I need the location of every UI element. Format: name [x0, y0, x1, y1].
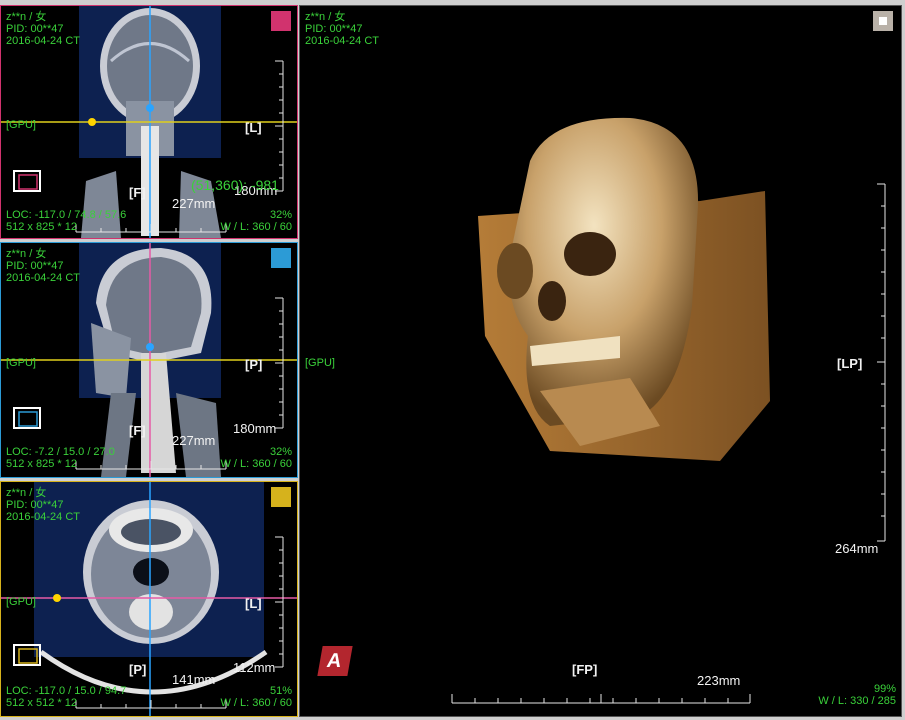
width-label: 141mm [172, 672, 216, 687]
study-date: 2016-04-24 CT [6, 511, 80, 523]
zoom-readout: 32% [269, 209, 292, 221]
orientation-right-label: [L] [245, 596, 262, 611]
location-readout: LOC: -7.2 / 15.0 / 27.0 [6, 446, 115, 458]
dimensions-readout: 512 x 825 * 12 [6, 458, 77, 470]
patient-id: PID: 00**47 [6, 23, 64, 35]
orientation-right-label: [L] [245, 120, 262, 135]
gpu-label: [GPU] [6, 596, 36, 608]
axial-color-marker[interactable] [271, 487, 291, 507]
scale-label: 180mm [233, 421, 277, 436]
patient-id: PID: 00**47 [6, 260, 64, 272]
probe-value: (51,360): -981 [191, 177, 279, 193]
zoom-readout: 51% [269, 685, 292, 697]
patient-name: z**n / 女 [6, 487, 47, 499]
zoom-readout: 32% [269, 446, 292, 458]
orientation-bottom-label: [P] [129, 662, 147, 677]
volume-render-view[interactable]: z**n / 女 PID: 00**47 2016-04-24 CT [GPU]… [299, 5, 902, 717]
patient-name: z**n / 女 [6, 248, 47, 260]
zoom-readout: 99% [873, 683, 896, 695]
scale-label: 112mm [233, 660, 276, 675]
location-readout: LOC: -117.0 / 15.0 / 94.7 [6, 685, 127, 697]
sagittal-view[interactable]: z**n / 女 PID: 00**47 2016-04-24 CT [GPU]… [0, 242, 298, 478]
width-label: 227mm [172, 433, 216, 448]
sagittal-color-marker[interactable] [271, 248, 291, 268]
dimensions-readout: 512 x 512 * 12 [6, 697, 77, 709]
orientation-bottom-label: [F] [129, 185, 146, 200]
study-date: 2016-04-24 CT [6, 272, 80, 284]
gpu-label: [GPU] [6, 357, 36, 369]
study-date: 2016-04-24 CT [6, 35, 80, 47]
width-label: 227mm [172, 196, 216, 211]
window-level-readout: W / L: 360 / 60 [220, 221, 292, 233]
window-level-readout: W / L: 360 / 60 [220, 697, 292, 709]
coronal-view[interactable]: z**n / 女 PID: 00**47 2016-04-24 CT [GPU]… [0, 5, 298, 239]
gpu-label: [GPU] [6, 119, 36, 131]
cube-orientation-icon[interactable] [11, 642, 45, 675]
location-readout: LOC: -117.0 / 74.8 / 57.6 [6, 209, 127, 221]
window-level-readout: W / L: 330 / 285 [818, 695, 896, 707]
window-level-readout: W / L: 360 / 60 [220, 458, 292, 470]
coronal-color-marker[interactable] [271, 11, 291, 31]
volume-rulers [451, 183, 886, 704]
logo-letter: A [325, 650, 344, 672]
patient-id: PID: 00**47 [6, 499, 64, 511]
orientation-right-label: [P] [245, 357, 263, 372]
cube-orientation-icon[interactable] [11, 405, 45, 438]
axial-view[interactable]: z**n / 女 PID: 00**47 2016-04-24 CT [GPU]… [0, 481, 298, 717]
patient-name: z**n / 女 [6, 11, 47, 23]
cube-orientation-icon[interactable] [11, 168, 45, 201]
orientation-bottom-label: [F] [129, 423, 146, 438]
app-logo: A [317, 646, 353, 676]
dimensions-readout: 512 x 825 * 12 [6, 221, 77, 233]
